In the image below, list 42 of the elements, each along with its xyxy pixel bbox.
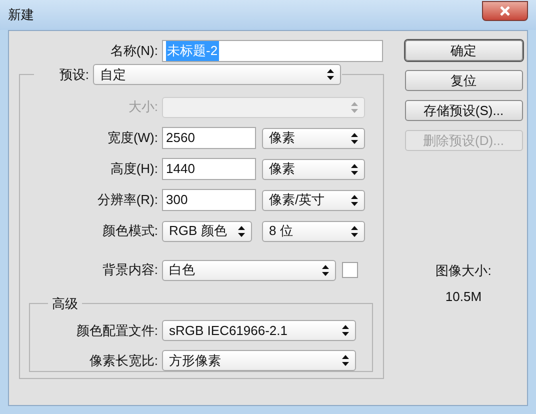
- dropdown[interactable]: 像素: [262, 128, 365, 148]
- up-down-arrow-icon: [327, 69, 334, 80]
- up-down-arrow-icon: [342, 325, 349, 336]
- image-size-value: 10.5M: [445, 288, 482, 306]
- field-label: 大小:: [127, 98, 158, 116]
- dropdown[interactable]: 8 位: [262, 220, 365, 242]
- field-label: 高度(H):: [109, 160, 158, 178]
- dialog-button[interactable]: 确定: [404, 40, 522, 61]
- field-label: 名称(N):: [109, 42, 158, 60]
- dropdown[interactable]: 像素: [262, 158, 365, 180]
- window-title: 新建: [8, 6, 34, 24]
- field-label: 背景内容:: [101, 261, 158, 280]
- field-label: 颜色模式:: [101, 222, 158, 240]
- up-down-arrow-icon: [322, 264, 329, 276]
- input-field[interactable]: 300: [162, 189, 256, 211]
- field-label: 宽度(W):: [106, 129, 158, 148]
- close-icon: [499, 6, 511, 16]
- up-down-arrow-icon: [238, 226, 245, 236]
- input-field[interactable]: 1440: [162, 158, 256, 180]
- dropdown[interactable]: 自定: [93, 64, 341, 85]
- dropdown[interactable]: 方形像素: [162, 350, 356, 371]
- up-down-arrow-icon: [342, 355, 349, 366]
- field-label: 预设:: [58, 66, 89, 84]
- dialog-button[interactable]: 复位: [404, 70, 522, 91]
- field-label: 像素长宽比:: [88, 352, 158, 370]
- dropdown[interactable]: RGB 颜色: [162, 220, 252, 242]
- dropdown[interactable]: sRGB IEC61966-2.1: [162, 320, 356, 341]
- up-down-arrow-icon: [351, 226, 358, 236]
- color-swatch[interactable]: [342, 262, 358, 278]
- up-down-arrow-icon: [351, 194, 358, 206]
- dialog-button[interactable]: 存储预设(S)...: [404, 100, 522, 121]
- field-label: 分辨率(R):: [96, 191, 158, 210]
- image-size-label: 图像大小:: [436, 262, 492, 280]
- up-down-arrow-icon: [351, 132, 358, 144]
- up-down-arrow-icon: [351, 102, 358, 112]
- dropdown[interactable]: 白色: [162, 260, 336, 280]
- close-button[interactable]: [482, 0, 528, 20]
- field-label: 颜色配置文件:: [75, 322, 158, 340]
- group-title: 高级: [52, 296, 78, 311]
- dropdown[interactable]: 像素/英寸: [262, 190, 365, 210]
- input-field[interactable]: 2560: [162, 127, 256, 149]
- up-down-arrow-icon: [351, 164, 358, 174]
